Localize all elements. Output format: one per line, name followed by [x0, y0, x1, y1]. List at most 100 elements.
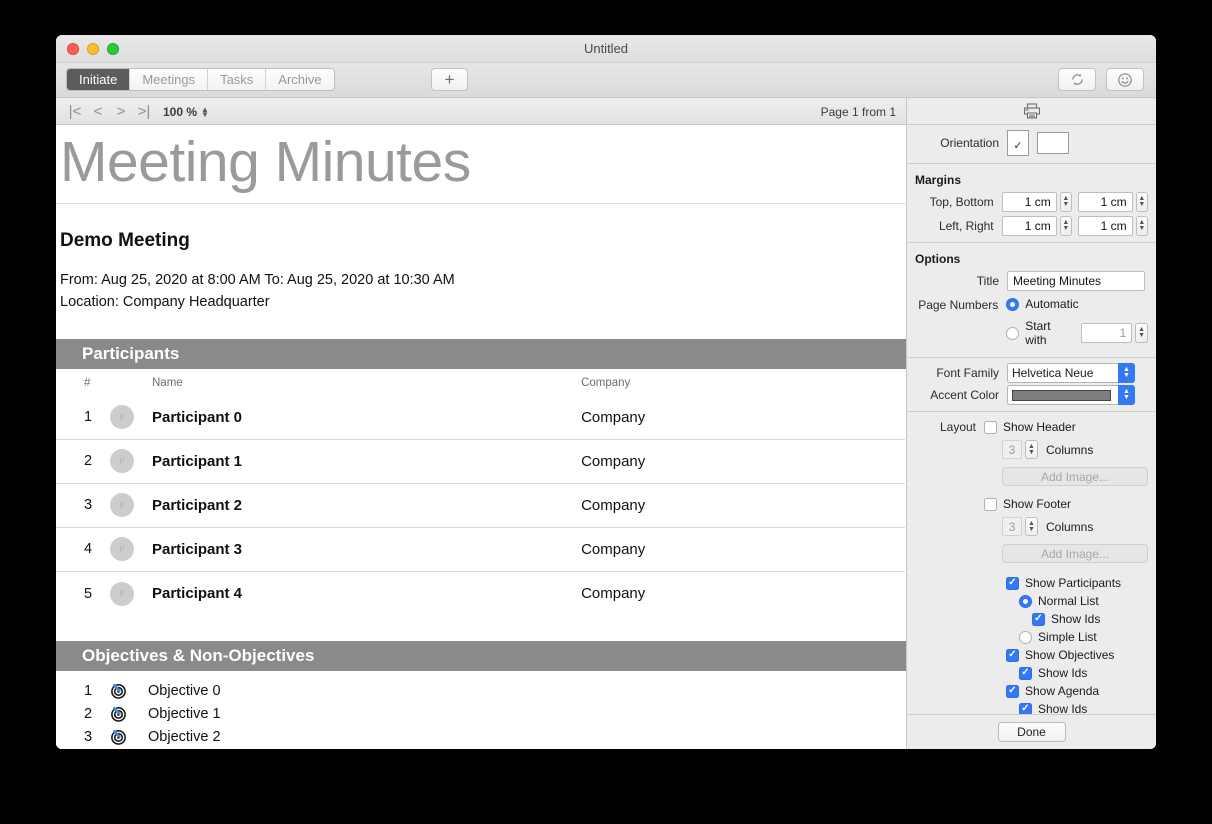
divider: [907, 357, 1156, 358]
table-row: 3 P Participant 2 Company: [56, 482, 905, 528]
participant-avatar-cell: P: [110, 482, 152, 528]
done-button[interactable]: Done: [997, 722, 1066, 742]
header-columns-field[interactable]: 3: [1002, 440, 1022, 459]
font-family-label: Font Family: [936, 366, 999, 380]
show-footer-checkbox[interactable]: [984, 497, 997, 511]
objective-icon-cell: [110, 728, 148, 746]
show-objectives-checkbox[interactable]: ✓: [1006, 648, 1019, 662]
header-add-image-row: Add Image...: [984, 465, 1148, 488]
margin-left-field[interactable]: 1 cm: [1001, 216, 1057, 236]
start-with-field[interactable]: 1: [1080, 323, 1133, 343]
participants-section-heading: Participants: [56, 339, 906, 370]
normal-show-ids-row[interactable]: ✓ Show Ids: [1006, 610, 1156, 628]
show-participants-row[interactable]: ✓ Show Participants: [1006, 574, 1156, 592]
show-agenda-row[interactable]: ✓ Show Agenda: [1006, 682, 1156, 700]
footer-columns-stepper[interactable]: ▲ ▼: [1025, 517, 1038, 536]
footer-add-image-row: Add Image...: [984, 542, 1148, 565]
objectives-show-ids-row[interactable]: ✓ Show Ids: [1006, 664, 1156, 682]
start-with-radio[interactable]: [1006, 326, 1020, 340]
top-bottom-row: Top, Bottom 1 cm ▲ ▼ 1 cm ▲ ▼: [907, 191, 1156, 215]
top-bottom-label: Top, Bottom: [929, 195, 994, 209]
table-row: 4 P Participant 3 Company: [56, 526, 905, 572]
participant-number: 4: [56, 526, 110, 572]
margin-top-field[interactable]: 1 cm: [1001, 192, 1057, 212]
orientation-portrait-option[interactable]: ✓: [1007, 130, 1029, 156]
normal-list-row[interactable]: Normal List: [1006, 592, 1156, 610]
smiley-face-icon: [1118, 72, 1132, 87]
start-with-stepper[interactable]: ▲ ▼: [1135, 323, 1148, 343]
chevron-updown-icon[interactable]: ▲ ▼: [1118, 385, 1135, 405]
show-footer-row[interactable]: Show Footer: [984, 495, 1148, 513]
first-page-icon[interactable]: |<: [64, 103, 86, 120]
margin-bottom-stepper[interactable]: ▲ ▼: [1135, 192, 1148, 212]
table-row: 1 P Participant 0 Company: [56, 395, 905, 439]
zoom-control[interactable]: 100 % ▲ ▼: [163, 98, 209, 125]
header-add-image-button[interactable]: Add Image...: [1002, 467, 1148, 486]
show-agenda-checkbox[interactable]: ✓: [1006, 684, 1019, 698]
margin-bottom-field[interactable]: 1 cm: [1077, 192, 1133, 212]
show-header-checkbox[interactable]: [984, 420, 997, 434]
participant-company: Company: [575, 438, 905, 484]
table-row: 2 P Participant 1 Company: [56, 438, 905, 484]
next-page-icon[interactable]: >: [110, 103, 132, 120]
normal-list-radio[interactable]: [1019, 594, 1032, 608]
chevron-updown-icon[interactable]: ▲ ▼: [1118, 363, 1135, 383]
participant-number: 1: [84, 409, 93, 426]
objective-number: 2: [84, 705, 93, 722]
document-title: Meeting Minutes: [56, 125, 906, 204]
app-window: Untitled Initiate Meetings Tasks Archive…: [56, 35, 1156, 749]
accent-color-select[interactable]: ▲ ▼: [1007, 385, 1135, 405]
margin-left-stepper[interactable]: ▲ ▼: [1059, 216, 1072, 236]
window-titlebar[interactable]: Untitled: [56, 35, 1156, 63]
font-family-select[interactable]: Helvetica Neue ▲ ▼: [1007, 363, 1135, 383]
tab-initiate[interactable]: Initiate: [67, 69, 131, 90]
normal-show-ids-checkbox[interactable]: ✓: [1032, 612, 1045, 626]
feedback-button[interactable]: [1106, 68, 1144, 91]
simple-list-radio[interactable]: [1019, 630, 1032, 644]
show-agenda-label: Show Agenda: [1025, 684, 1100, 698]
objective-text: Objective 2: [148, 728, 221, 745]
orientation-landscape-option[interactable]: [1037, 132, 1069, 154]
footer-columns-label: Columns: [1046, 519, 1094, 534]
font-family-row: Font Family Helvetica Neue ▲ ▼: [907, 360, 1156, 385]
show-header-row[interactable]: Show Header: [984, 418, 1148, 436]
last-page-icon[interactable]: >|: [133, 103, 155, 120]
participant-name: Participant 3: [152, 526, 576, 572]
zoom-stepper-icon[interactable]: ▲ ▼: [201, 105, 209, 118]
prev-page-icon[interactable]: <: [87, 103, 109, 120]
show-objectives-row[interactable]: ✓ Show Objectives: [1006, 646, 1156, 664]
show-objectives-label: Show Objectives: [1025, 648, 1115, 662]
footer-columns-field[interactable]: 3: [1002, 517, 1022, 536]
normal-list-label: Normal List: [1038, 594, 1099, 608]
show-participants-checkbox[interactable]: ✓: [1006, 576, 1019, 590]
margin-right-field[interactable]: 1 cm: [1077, 216, 1133, 236]
meeting-timespan: From: Aug 25, 2020 at 8:00 AM To: Aug 25…: [60, 271, 455, 288]
objective-icon-cell: [110, 705, 148, 723]
automatic-radio[interactable]: [1006, 297, 1020, 311]
divider: [907, 163, 1156, 164]
document-pane: |< < > >| 100 % ▲ ▼ Page 1 from 1 Meeting…: [56, 98, 906, 749]
objectives-list: 1 Objective 0 2 Objective 1 3 Objective 2 4Obj…: [56, 671, 906, 749]
tab-meetings[interactable]: Meetings: [130, 69, 209, 90]
automatic-radio-row[interactable]: Automatic: [1006, 295, 1148, 313]
col-header-company: Company: [581, 377, 631, 390]
footer-add-image-button[interactable]: Add Image...: [1002, 544, 1148, 563]
sync-button[interactable]: [1058, 68, 1096, 91]
objective-number: 3: [84, 728, 93, 745]
start-with-radio-row[interactable]: Start with 1 ▲ ▼: [1006, 317, 1148, 349]
tab-archive[interactable]: Archive: [266, 69, 334, 90]
title-input[interactable]: Meeting Minutes: [1007, 271, 1145, 291]
list-item: 2 Objective 1: [56, 702, 906, 725]
add-button[interactable]: +: [431, 68, 468, 91]
document-meta: From: Aug 25, 2020 at 8:00 AM To: Aug 25…: [56, 252, 906, 314]
tab-tasks[interactable]: Tasks: [208, 69, 267, 90]
page-info: Page 1 from 1: [820, 104, 896, 119]
simple-list-row[interactable]: Simple List: [1006, 628, 1156, 646]
participant-company: Company: [575, 526, 905, 572]
printer-icon[interactable]: [1023, 103, 1041, 119]
margin-top-stepper[interactable]: ▲ ▼: [1059, 192, 1072, 212]
show-footer-label: Show Footer: [1003, 497, 1072, 511]
margin-right-stepper[interactable]: ▲ ▼: [1135, 216, 1148, 236]
header-columns-stepper[interactable]: ▲ ▼: [1025, 440, 1038, 459]
objectives-show-ids-checkbox[interactable]: ✓: [1019, 666, 1032, 680]
